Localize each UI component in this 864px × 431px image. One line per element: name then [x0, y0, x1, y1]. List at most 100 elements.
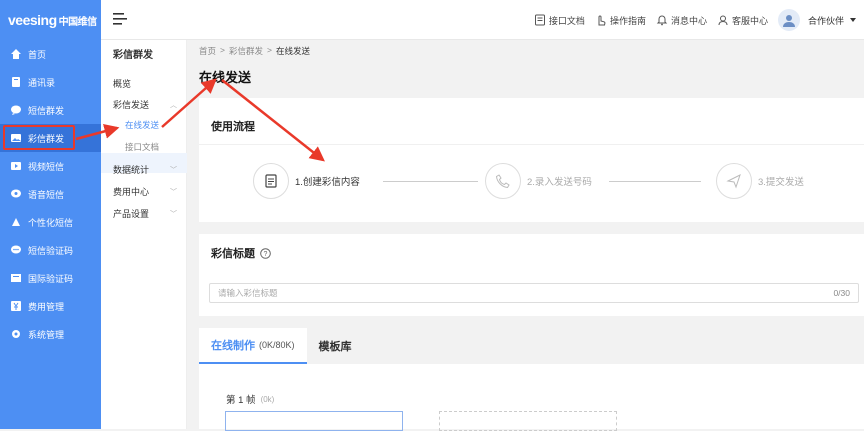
hand-pointer-icon — [598, 15, 606, 26]
api-docs-label: 接口文档 — [548, 15, 585, 26]
breadcrumb-parent[interactable]: 彩信群发 — [229, 45, 263, 57]
mms-title-placeholder: 请输入彩信标题 — [218, 288, 278, 298]
menu-toggle-icon[interactable] — [113, 12, 127, 26]
submenu-online-send[interactable]: 在线发送 — [125, 119, 159, 131]
frame-text-area[interactable] — [225, 411, 403, 431]
guide-label: 操作指南 — [609, 15, 646, 26]
bell-icon — [656, 15, 668, 26]
sidebar-item-label: 个性化短信 — [28, 217, 74, 228]
char-counter: 0/30 — [833, 288, 850, 298]
messages-label: 消息中心 — [670, 15, 707, 26]
submenu-fees-label: 费用中心 — [113, 187, 150, 197]
step-3-label: 3.提交发送 — [758, 177, 804, 188]
gear-icon — [10, 328, 22, 340]
sidebar-item-label: 短信群发 — [28, 105, 65, 116]
guide-link[interactable]: 操作指南 — [595, 14, 646, 27]
caret-down-icon[interactable] — [850, 18, 856, 22]
sidebar-item-contacts[interactable]: 通讯录 — [0, 68, 101, 96]
mms-title-input[interactable]: 请输入彩信标题 0/30 — [209, 283, 859, 303]
main-content: 首页 > 彩信群发 > 在线发送 在线发送 使用流程 1.创建彩信内容 2.录入发送… — [187, 40, 864, 431]
frame-header: 第 1 帧 (0k) — [226, 392, 275, 407]
sms-icon — [10, 104, 22, 116]
service-label: 客服中心 — [731, 15, 768, 26]
service-link[interactable]: 客服中心 — [717, 14, 768, 27]
user-icon — [782, 15, 795, 27]
frame-size: (0k) — [260, 394, 275, 404]
sidebar-item-sms[interactable]: 短信群发 — [0, 96, 101, 124]
submenu-title: 彩信群发 — [113, 50, 153, 61]
messages-link[interactable]: 消息中心 — [656, 14, 707, 27]
sidebar-item-label: 首页 — [28, 49, 47, 60]
process-title: 使用流程 — [211, 121, 255, 133]
submenu-stats[interactable]: 数据统计 ﹀ — [113, 163, 177, 176]
home-icon — [10, 48, 22, 60]
sidebar-item-label: 语音短信 — [28, 189, 65, 200]
step-3: 3.提交发送 — [716, 163, 804, 199]
step-1-label: 1.创建彩信内容 — [295, 177, 360, 188]
sidebar-item-intl[interactable]: 国际验证码 — [0, 264, 101, 292]
partner-menu[interactable]: 合作伙伴 — [808, 14, 844, 27]
page-title: 在线发送 — [199, 70, 252, 85]
step-2: 2.录入发送号码 — [485, 163, 592, 199]
step-connector — [609, 181, 701, 182]
video-icon — [10, 160, 22, 172]
submenu-settings[interactable]: 产品设置 ﹀ — [113, 207, 177, 220]
send-icon — [726, 174, 741, 189]
step-1: 1.创建彩信内容 — [253, 163, 360, 199]
phone-icon — [495, 174, 510, 189]
chevron-down-icon: ﹀ — [170, 188, 177, 196]
submenu-overview-label: 概览 — [113, 79, 132, 89]
step-3-circle — [716, 163, 752, 199]
intl-icon — [10, 272, 22, 284]
sidebar-item-code[interactable]: 短信验证码 — [0, 236, 101, 264]
breadcrumb-separator: > — [267, 45, 272, 55]
editor-tabs: 在线制作 (0K/80K) 模板库 — [199, 328, 864, 364]
step-1-circle — [253, 163, 289, 199]
chevron-up-icon: ︿ — [170, 101, 177, 109]
submenu-send-label: 彩信发送 — [113, 100, 150, 110]
submenu-overview[interactable]: 概览 — [113, 77, 177, 90]
svg-text:?: ? — [264, 251, 268, 258]
sidebar-item-voice[interactable]: 语音短信 — [0, 180, 101, 208]
frame-image-area[interactable] — [439, 411, 617, 431]
breadcrumb-current: 在线发送 — [275, 46, 310, 56]
submenu-api-docs[interactable]: 接口文档 — [125, 141, 159, 153]
voice-icon — [10, 188, 22, 200]
api-docs-link[interactable]: 接口文档 — [534, 14, 585, 27]
customer-service-icon — [718, 15, 728, 26]
sidebar: veesing 中国维信 首页 通讯录 短信群发 彩信群发 视频短信 语音短信 个性化短信短… — [0, 0, 101, 429]
submenu-settings-label: 产品设置 — [113, 209, 150, 219]
step-2-circle — [485, 163, 521, 199]
top-bar: 接口文档 操作指南 消息中心 客服中心 合作伙伴 — [101, 0, 864, 40]
code-icon — [10, 244, 22, 256]
help-icon[interactable]: ? — [260, 247, 271, 259]
frame-label: 第 1 帧 — [226, 395, 256, 406]
contacts-icon — [10, 76, 22, 88]
avatar[interactable] — [777, 9, 800, 31]
frame-editor: 第 1 帧 (0k) — [199, 364, 864, 431]
secondary-menu: 彩信群发 概览 彩信发送 ︿ 在线发送 接口文档 数据统计 ﹀ 费用中心 ﹀ 产品设置… — [101, 40, 187, 429]
sidebar-item-home[interactable]: 首页 — [0, 40, 101, 68]
sidebar-item-gear[interactable]: 系统管理 — [0, 320, 101, 348]
chevron-down-icon: ﹀ — [170, 210, 177, 218]
sidebar-item-yen[interactable]: 费用管理 — [0, 292, 101, 320]
sidebar-item-video[interactable]: 视频短信 — [0, 152, 101, 180]
annotation-highlight-box — [3, 125, 75, 150]
tab-online-edit[interactable]: 在线制作 (0K/80K) — [199, 328, 307, 364]
tab-templates-label: 模板库 — [318, 341, 352, 353]
process-card: 使用流程 1.创建彩信内容 2.录入发送号码 3.提交发送 — [199, 98, 864, 222]
sidebar-item-label: 费用管理 — [28, 301, 65, 312]
breadcrumb-home[interactable]: 首页 — [199, 45, 216, 57]
tab-templates[interactable]: 模板库 — [307, 328, 364, 364]
step-2-label: 2.录入发送号码 — [527, 177, 592, 188]
document-icon — [534, 14, 545, 26]
yen-icon — [10, 300, 22, 312]
sidebar-item-custom[interactable]: 个性化短信 — [0, 208, 101, 236]
breadcrumb-separator: > — [220, 45, 225, 55]
sidebar-item-label: 视频短信 — [28, 161, 65, 172]
submenu-fees[interactable]: 费用中心 ﹀ — [113, 185, 177, 198]
brand-logo[interactable]: veesing 中国维信 — [0, 0, 101, 40]
submenu-send[interactable]: 彩信发送 ︿ — [113, 98, 177, 111]
sidebar-item-label: 通讯录 — [28, 77, 56, 88]
logo-subtext: 中国维信 — [58, 16, 98, 28]
